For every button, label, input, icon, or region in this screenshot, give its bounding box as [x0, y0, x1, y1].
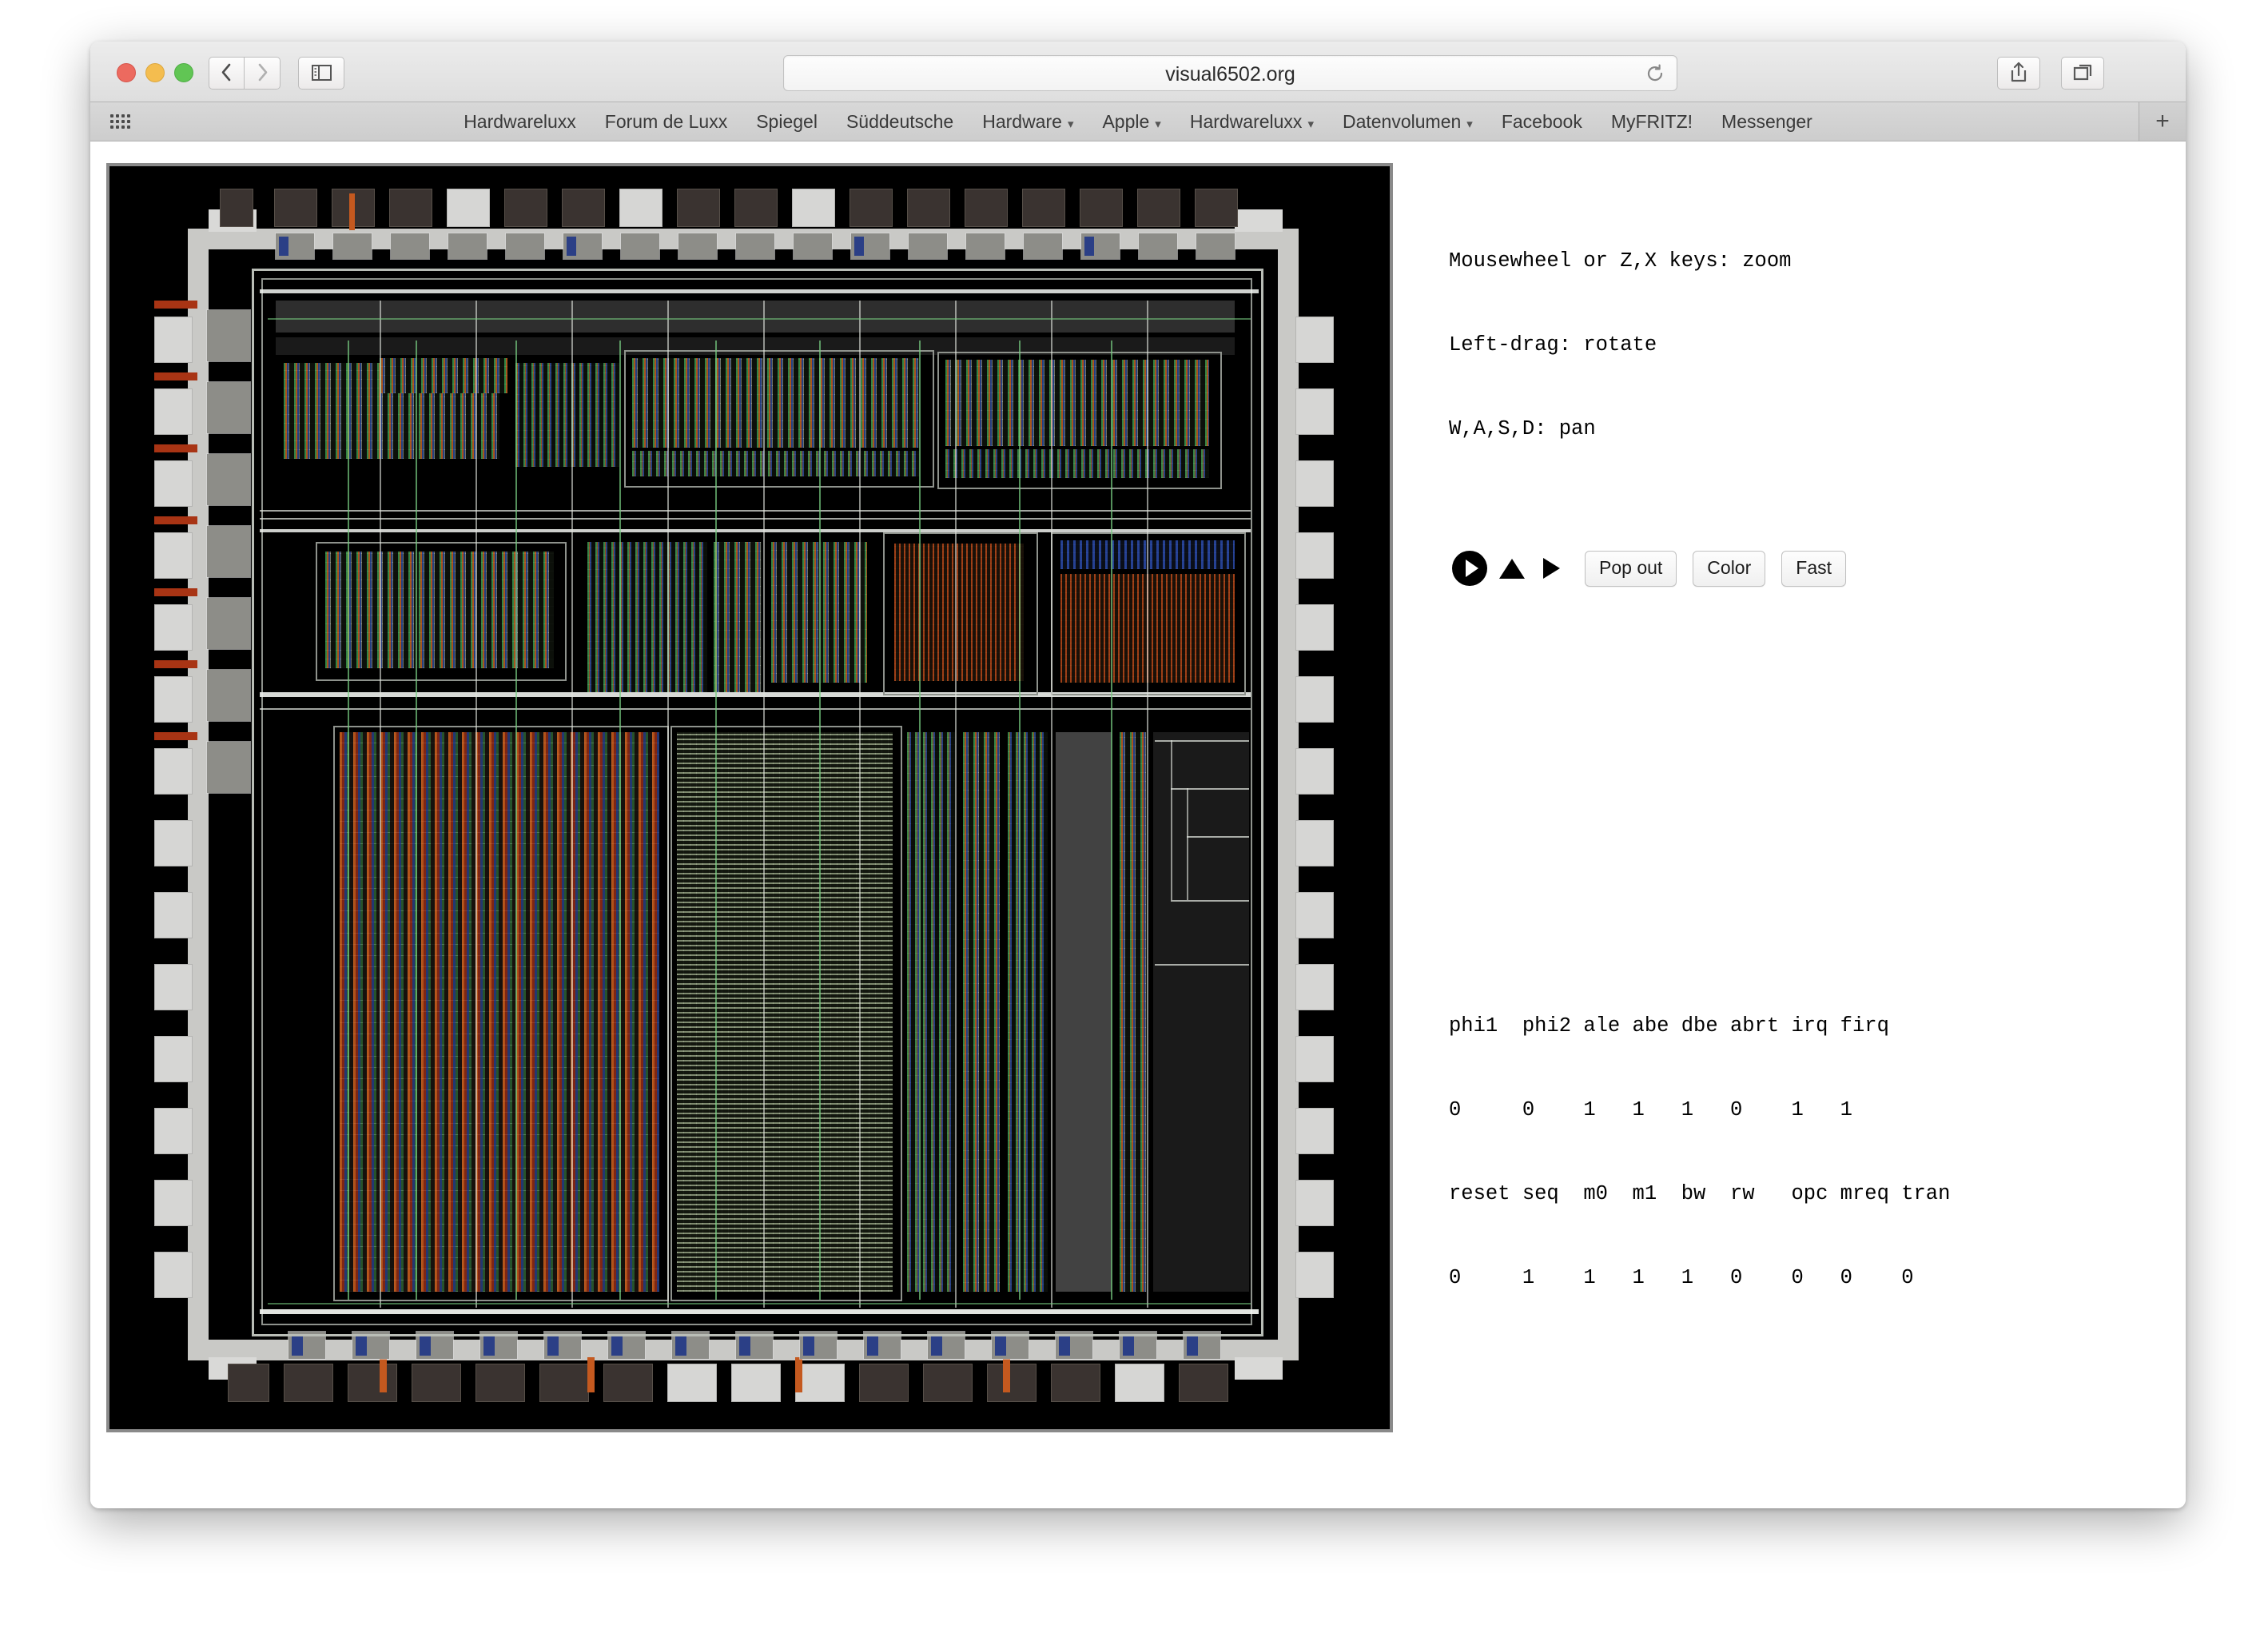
share-icon — [2011, 62, 2027, 82]
bookmark-folder-apple[interactable]: Apple ▾ — [1088, 111, 1175, 133]
bookmark-label: Apple — [1102, 110, 1150, 132]
maximize-window-button[interactable] — [174, 63, 193, 82]
fast-button[interactable]: Fast — [1781, 550, 1846, 587]
barrel-shifter-block — [587, 542, 707, 692]
chevron-right-icon — [258, 63, 268, 82]
bookmark-label: Messenger — [1721, 110, 1812, 132]
microcode-rom — [894, 544, 1024, 681]
sidebar-icon — [312, 65, 332, 81]
address-bar[interactable]: visual6502.org — [783, 55, 1677, 91]
chevron-down-icon: ▾ — [1307, 117, 1314, 131]
play-circle-icon[interactable] — [1449, 548, 1490, 589]
bookmark-sueddeutsche[interactable]: Süddeutsche — [832, 111, 968, 133]
help-line-1: Mousewheel or Z,X keys: zoom — [1449, 249, 1792, 273]
bus-driver-column-2 — [963, 732, 1000, 1292]
bookmark-label: Hardware — [982, 110, 1062, 132]
bookmark-label: Hardwareluxx — [1189, 110, 1303, 132]
bookmark-list: Hardwareluxx Forum de Luxx Spiegel Südde… — [449, 111, 1827, 133]
bookmark-label: Datenvolumen — [1342, 110, 1462, 132]
bookmark-forum-de-luxx[interactable]: Forum de Luxx — [591, 111, 742, 133]
bookmark-label: Süddeutsche — [846, 110, 954, 132]
bookmark-label: Forum de Luxx — [604, 110, 728, 132]
bookmark-spiegel[interactable]: Spiegel — [742, 111, 832, 133]
bus-driver-column-3 — [1008, 732, 1048, 1292]
color-button[interactable]: Color — [1693, 550, 1766, 587]
bookmark-hardwareluxx[interactable]: Hardwareluxx — [449, 111, 591, 133]
page-content: Mousewheel or Z,X keys: zoom Left-drag: … — [90, 141, 2186, 1508]
forward-button[interactable] — [244, 57, 281, 90]
show-tabs-button[interactable] — [2061, 57, 2104, 90]
bookmark-label: MyFRITZ! — [1610, 110, 1693, 132]
browser-window: visual6502.org Hardwareluxx Forum de Lux… — [90, 42, 2186, 1508]
signal-values-row-2: 0 1 1 1 1 0 0 0 0 — [1449, 1266, 1914, 1289]
bookmark-facebook[interactable]: Facebook — [1487, 111, 1597, 133]
close-window-button[interactable] — [117, 63, 136, 82]
help-line-2: Left-drag: rotate — [1449, 333, 1657, 356]
signal-status-table: phi1 phi2 ale abe dbe abrt irq firq 0 0 … — [1449, 956, 2152, 1348]
apps-grid-icon[interactable] — [110, 114, 130, 129]
browser-titlebar: visual6502.org — [90, 42, 2186, 102]
new-tab-button[interactable]: + — [2139, 102, 2186, 141]
bookmark-messenger[interactable]: Messenger — [1707, 111, 1827, 133]
bus-driver-column-4 — [1120, 732, 1147, 1292]
minimize-window-button[interactable] — [145, 63, 165, 82]
chevron-left-icon — [221, 63, 231, 82]
control-logic-block-a — [515, 363, 619, 467]
help-line-3: W,A,S,D: pan — [1449, 417, 1596, 440]
url-text: visual6502.org — [1165, 63, 1295, 86]
sidebar-toggle-button[interactable] — [298, 57, 344, 90]
share-button[interactable] — [1997, 57, 2040, 90]
bookmark-label: Hardwareluxx — [464, 110, 576, 132]
simulator-controls: Pop out Color Fast — [1449, 544, 2152, 592]
desktop-background: visual6502.org Hardwareluxx Forum de Lux… — [0, 0, 2268, 1637]
back-button[interactable] — [209, 57, 245, 90]
pop-out-button[interactable]: Pop out — [1585, 550, 1677, 587]
chip-visualizer-canvas[interactable] — [106, 163, 1393, 1432]
tab-overview-icon — [2073, 64, 2092, 81]
simulator-info-panel: Mousewheel or Z,X keys: zoom Left-drag: … — [1449, 163, 2152, 1508]
signal-names-row-2: reset seq m0 m1 bw rw opc mreq tran — [1449, 1182, 1951, 1205]
bus-driver-column-1 — [907, 732, 955, 1292]
bookmark-folder-hardwareluxx[interactable]: Hardwareluxx ▾ — [1176, 111, 1328, 133]
chevron-down-icon: ▾ — [1067, 117, 1074, 131]
bookmark-label: Facebook — [1501, 110, 1582, 132]
bookmarks-bar: Hardwareluxx Forum de Luxx Spiegel Südde… — [90, 102, 2186, 141]
triangle-up-icon[interactable] — [1494, 548, 1530, 589]
signal-names-row-1: phi1 phi2 ale abe dbe abrt irq firq — [1449, 1014, 1889, 1038]
reload-icon[interactable] — [1645, 63, 1665, 84]
chevron-down-icon: ▾ — [1155, 117, 1161, 131]
bookmark-label: Spiegel — [756, 110, 818, 132]
arm1-die-layout — [140, 181, 1340, 1412]
bookmark-myfritz[interactable]: MyFRITZ! — [1597, 111, 1707, 133]
new-tab-label: + — [2155, 108, 2170, 134]
bookmark-folder-datenvolumen[interactable]: Datenvolumen ▾ — [1328, 111, 1487, 133]
chevron-down-icon: ▾ — [1466, 117, 1473, 131]
bookmark-folder-hardware[interactable]: Hardware ▾ — [968, 111, 1088, 133]
alu-block — [325, 552, 554, 668]
signal-values-row-1: 0 0 1 1 1 0 1 1 — [1449, 1098, 1852, 1121]
triangle-right-icon[interactable] — [1534, 548, 1566, 589]
